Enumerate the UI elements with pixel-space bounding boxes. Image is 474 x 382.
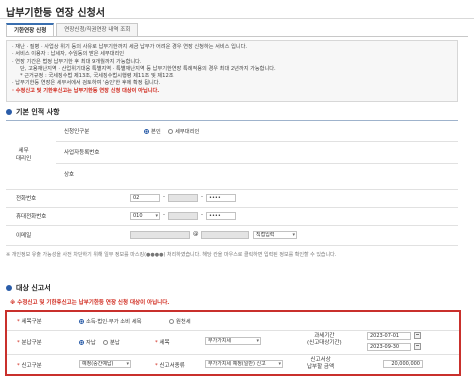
form-type-select[interactable]: 부가가치세 예정(일반) 신고 xyxy=(205,360,283,368)
phone-row: 전화번호 02 - - •••• xyxy=(6,189,458,208)
radio-on-icon xyxy=(79,339,84,345)
mobile-last-input[interactable]: •••• xyxy=(206,212,236,220)
radio-off-icon xyxy=(169,318,174,324)
item-label: * 세목 xyxy=(155,340,170,346)
email-domain-select[interactable]: 직접입력 xyxy=(253,231,297,239)
notice-line: · 납부기한등 연장은 세무서에서 검토하여 '승인'한 후에 확정 됩니다. xyxy=(12,80,161,87)
section-title: 기본 인적 사항 xyxy=(16,108,60,116)
target-section-header: 대상 신고서 xyxy=(6,283,51,293)
target-form-box: * 세목구분 소득·법인·부가 소비 세목 원천세 * 분납구분 자납 분납 *… xyxy=(5,310,461,376)
split-row: * 분납구분 자납 분납 * 세목 부가가치세 과세기간 (신고대상기간) 20… xyxy=(7,330,459,355)
calendar-icon[interactable] xyxy=(414,332,421,339)
basic-section-header: 기본 인적 사항 xyxy=(6,107,60,117)
bizno-row: 사업자등록번호 xyxy=(56,141,458,164)
split-label: * 분납구분 xyxy=(17,340,42,346)
trade-row: 상호 xyxy=(56,163,458,185)
amount-label: 신고서상 납부할 금액 xyxy=(307,357,335,370)
tax-type-radio-income[interactable]: 소득·법인·부가 소비 세목 xyxy=(79,317,141,325)
email-row: 이메일 @ 직접입력 xyxy=(6,225,458,246)
mobile-prefix-select[interactable]: 010 xyxy=(130,212,160,220)
section-bullet-icon xyxy=(6,109,12,115)
tax-type-row: * 세목구분 소득·법인·부가 소비 세목 원천세 xyxy=(7,312,459,331)
page-title: 납부기한등 연장 신청서 xyxy=(6,8,105,19)
email-domain-input[interactable] xyxy=(201,231,249,239)
tab-bar: 기한연장 신청 연장신청/직권연장 내역 조회 xyxy=(6,23,140,37)
phone-label: 전화번호 xyxy=(16,196,37,202)
report-type-select[interactable]: 예정(중간예납) xyxy=(79,360,131,368)
trade-label: 상호 xyxy=(64,172,75,178)
tab-divider xyxy=(6,36,468,37)
radio-on-icon xyxy=(144,128,149,134)
radio-off-icon xyxy=(103,339,108,345)
radio-off-icon xyxy=(168,128,173,134)
mobile-middle-input[interactable] xyxy=(168,212,198,220)
proxy-block: 세무 대리인 신청인구분 본인 세무대리인 사업자등록번호 상호 xyxy=(6,121,458,190)
phone-middle-input[interactable] xyxy=(168,194,198,202)
split-radio-installment[interactable]: 분납 xyxy=(103,338,120,346)
applicant-type-label: 신청인구분 xyxy=(64,129,90,135)
notice-line: · 서비스 이용자 : 납세자, 수임동의 받은 세무대리인 xyxy=(12,51,125,58)
calendar-icon[interactable] xyxy=(414,343,421,350)
split-radio-self[interactable]: 자납 xyxy=(79,338,96,346)
radio-on-icon xyxy=(79,318,84,324)
email-at: @ xyxy=(193,231,199,237)
basic-info-table: 세무 대리인 신청인구분 본인 세무대리인 사업자등록번호 상호 전화번호 02… xyxy=(6,120,458,246)
notice-box: · 재난 · 질병 · 사업상 위기 등의 사유로 납부기한까지 세금 납부가 … xyxy=(6,40,458,102)
report-row: * 신고구분 예정(중간예납) * 신고서종류 부가가치세 예정(일반) 신고 … xyxy=(7,354,459,374)
proxy-label: 세무 대리인 xyxy=(16,148,32,162)
section-title: 대상 신고서 xyxy=(16,284,51,292)
privacy-note: ※ 개인정보 유출 가능성을 사전 차단하기 위해 일부 정보를 마스킹(●●●… xyxy=(6,252,337,258)
report-type-label: * 신고구분 xyxy=(17,363,42,369)
period-from-input[interactable]: 2023-07-01 xyxy=(367,332,411,340)
form-type-label: * 신고서종류 xyxy=(155,363,185,369)
tab-extension-request[interactable]: 기한연장 신청 xyxy=(6,23,55,37)
section-bullet-icon xyxy=(6,285,12,291)
email-label: 이메일 xyxy=(16,233,32,239)
applicant-radio-proxy[interactable]: 세무대리인 xyxy=(168,127,199,135)
tax-type-radio-withholding[interactable]: 원천세 xyxy=(169,317,191,325)
title-divider xyxy=(0,18,474,19)
mobile-row: 휴대전화번호 010 - - •••• xyxy=(6,207,458,226)
period-to-input[interactable]: 2023-09-30 xyxy=(367,343,411,351)
tax-type-label: * 세목구분 xyxy=(17,319,42,325)
amount-input[interactable]: 20,000,000 xyxy=(383,360,423,368)
applicant-radio-self[interactable]: 본인 xyxy=(144,127,161,135)
applicant-type-row: 신청인구분 본인 세무대리인 xyxy=(56,121,458,142)
email-id-input[interactable] xyxy=(130,231,190,239)
notice-line: · 연장 기간은 법정 납부기한 후 최대 9개월까지 가능합니다. xyxy=(12,58,142,65)
notice-warning-line: · 수정신고 및 기한후신고는 납부기한등 연장 신청 대상이 아닙니다. xyxy=(12,87,160,94)
period-label: 과세기간 (신고대상기간) xyxy=(307,333,342,346)
tab-history[interactable]: 연장신청/직권연장 내역 조회 xyxy=(56,23,139,36)
item-select[interactable]: 부가가치세 xyxy=(205,337,261,345)
mobile-label: 휴대전화번호 xyxy=(16,214,47,220)
target-warning: ※ 수정신고 및 기한후신고는 납부기한등 연장 신청 대상이 아닙니다. xyxy=(10,300,170,306)
phone-last-input[interactable]: •••• xyxy=(206,194,236,202)
phone-prefix-input[interactable]: 02 xyxy=(130,194,160,202)
bizno-label: 사업자등록번호 xyxy=(64,150,100,156)
